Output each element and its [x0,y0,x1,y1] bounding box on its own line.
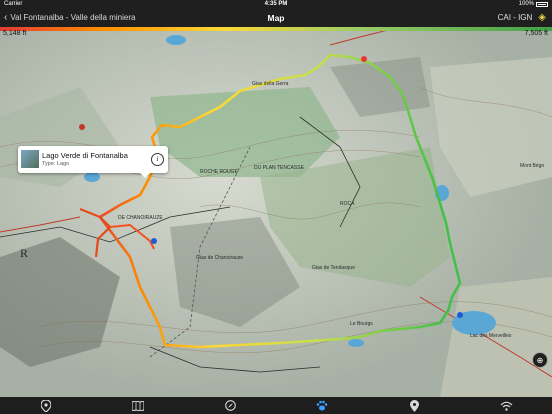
map-label-chanoirauze: DE CHANOIRAUZE [118,215,163,221]
point-marker [151,238,157,244]
info-icon[interactable]: i [151,153,164,166]
elevation-max: 7,505 ft [524,30,548,37]
map-icon [132,400,144,411]
map-view[interactable]: DE CHANOIRAUZE ROCHE ROUGE DU PLAN TENCA… [0,27,552,397]
map-pin-tab[interactable] [39,399,53,412]
callout-tail [140,173,150,178]
compass-icon [224,400,236,411]
map-label-mont-bego: Mont Bégo [520,163,544,169]
status-bar: Carrier 4:35 PM 100% [0,0,552,9]
elevation-gradient [0,27,552,31]
navigation-bar: ‹ Val Fontanalba - Valle della miniera M… [0,9,552,27]
map-label-gias-tendasque: Gias de Tendasque [312,265,355,271]
map-label-bourgs: Le Bourgs [350,321,373,327]
elevation-min: 5,148 ft [3,30,27,37]
map-label-gias-chanoirauze: Gias de Chanoirauze [196,255,243,261]
poi-name: Lago Verde di Fontanalba [42,151,128,160]
paw-icon [316,400,328,411]
elevation-bar: 5,148 ft 7,505 ft [0,27,552,38]
paw-tab[interactable] [315,400,329,412]
location-tab[interactable] [407,399,421,412]
layer-selector[interactable]: CAI - IGN ◈ [498,9,546,27]
compass-tab[interactable] [223,400,237,412]
poi-type: Type: Lago [42,161,70,167]
map-label-plan-tencasse: DU PLAN TENCASSE [254,165,305,171]
battery-indicator: 100% [519,0,548,9]
app-window: Carrier 4:35 PM 100% ‹ Val Fontanalba - … [0,0,552,414]
layers-icon: ◈ [538,12,546,23]
compass-icon[interactable]: ⊕ [532,352,548,368]
poi-thumbnail [21,150,39,168]
page-title: Map [267,13,285,23]
map-label-lac-merveilles: Lac des Merveilles [470,333,512,339]
map-label-gias-gerra: Gias della Gerra [252,81,289,87]
status-time: 4:35 PM [264,1,288,7]
map-label-r: R [20,246,28,260]
battery-percent: 100% [518,1,534,7]
topo-map: DE CHANOIRAUZE ROCHE ROUGE DU PLAN TENCA… [0,27,552,397]
parking-marker [457,312,463,318]
wifi-icon [500,401,512,411]
wifi-tab[interactable] [499,400,513,412]
map-label-roca: ROCA [340,201,355,207]
pin-icon [41,399,51,412]
map-book-tab[interactable] [131,400,145,412]
tab-bar [0,397,552,414]
battery-icon [536,2,548,7]
map-label-roche-rouge: ROCHE ROUGE [200,169,238,175]
location-pin-icon [409,399,419,412]
poi-callout[interactable]: Lago Verde di Fontanalba Type: Lago i [18,146,168,178]
start-marker [361,56,367,62]
refuge-marker [79,124,85,130]
layer-label: CAI - IGN [497,13,533,22]
